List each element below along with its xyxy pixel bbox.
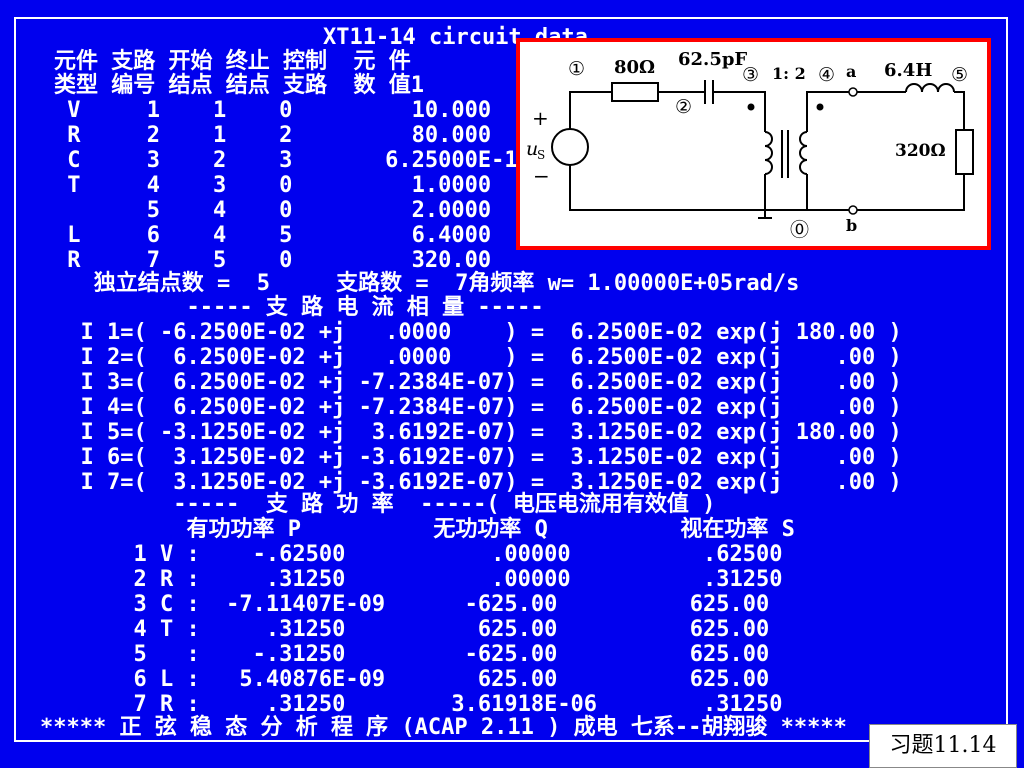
power-row: 5 : -.31250 -625.00 625.00 bbox=[54, 642, 770, 667]
node-0-label: ⓪ bbox=[790, 219, 809, 241]
capacitor-label: 62.5pF bbox=[678, 49, 747, 70]
current-row: I 2=( 6.2500E-02 +j .0000 ) = 6.2500E-02… bbox=[54, 345, 902, 370]
summary-line: 独立结点数 = 5 支路数 = 7角频率 w= 1.00000E+05rad/s bbox=[54, 271, 800, 296]
current-row: I 4=( 6.2500E-02 +j -7.2384E-07) = 6.250… bbox=[54, 395, 902, 420]
node-1-label: ① bbox=[568, 58, 585, 80]
power-row: 2 R : .31250 .00000 .31250 bbox=[54, 567, 783, 592]
source-subscript: S bbox=[537, 148, 545, 162]
element-row: 5 4 0 2.0000 bbox=[54, 198, 492, 223]
source-plus-label: + bbox=[532, 106, 549, 130]
terminal-b bbox=[848, 205, 858, 215]
table-header-row2: 类型 编号 结点 结点 支路 数 值1 bbox=[54, 73, 424, 98]
power-row: 1 V : -.62500 .00000 .62500 bbox=[54, 542, 783, 567]
element-row: V 1 1 0 10.000 bbox=[54, 98, 492, 123]
resistor-320-label: 320Ω bbox=[895, 141, 946, 161]
inductor-label: 6.4H bbox=[884, 60, 932, 81]
power-row: 7 R : .31250 3.61918E-06 .31250 bbox=[54, 692, 783, 717]
node-5-label: ⑤ bbox=[951, 64, 968, 86]
resistor-80-label: 80Ω bbox=[614, 57, 655, 78]
node-2-label: ② bbox=[675, 96, 692, 118]
current-row: I 3=( 6.2500E-02 +j -7.2384E-07) = 6.250… bbox=[54, 370, 902, 395]
resistor-80-symbol bbox=[611, 82, 659, 102]
current-row: I 6=( 3.1250E-02 +j -3.6192E-07) = 3.125… bbox=[54, 445, 902, 470]
power-row: 4 T : .31250 625.00 625.00 bbox=[54, 617, 770, 642]
footer-line: ***** 正 弦 稳 态 分 析 程 序 (ACAP 2.11 ) 成电 七系… bbox=[40, 715, 847, 740]
power-row: 6 L : 5.40876E-09 625.00 625.00 bbox=[54, 667, 770, 692]
current-section-header: ----- 支 路 电 流 相 量 ----- bbox=[54, 295, 544, 320]
power-row: 3 C : -7.11407E-09 -625.00 625.00 bbox=[54, 592, 770, 617]
table-header-row1: 元件 支路 开始 终止 控制 元 件 bbox=[54, 49, 411, 74]
power-column-header: 有功功率 P 无功功率 Q 视在功率 S bbox=[54, 517, 795, 542]
circuit-diagram: ① 80Ω 62.5pF ② ③ 1: 2 ④ a 6.4H ⑤ 320Ω b … bbox=[516, 38, 991, 250]
current-row: I 1=( -6.2500E-02 +j .0000 ) = 6.2500E-0… bbox=[54, 320, 902, 345]
terminal-a bbox=[848, 87, 858, 97]
turns-ratio-label: 1: 2 bbox=[772, 64, 806, 83]
resistor-320-symbol bbox=[955, 129, 974, 175]
source-minus-label: − bbox=[533, 164, 550, 188]
voltage-source-symbol bbox=[551, 128, 589, 166]
element-row: T 4 3 0 1.0000 bbox=[54, 173, 492, 198]
current-row: I 5=( -3.1250E-02 +j 3.6192E-07) = 3.125… bbox=[54, 420, 902, 445]
terminal-b-label: b bbox=[846, 216, 857, 235]
element-row: L 6 4 5 6.4000 bbox=[54, 223, 492, 248]
node-4-label: ④ bbox=[818, 64, 835, 86]
polarity-dot bbox=[747, 103, 755, 111]
node-3-label: ③ bbox=[742, 64, 759, 86]
polarity-dot bbox=[816, 103, 824, 111]
power-section-header: ----- 支 路 功 率 -----( 电压电流用有效值 ) bbox=[54, 492, 716, 517]
inductor-6-4h-symbol bbox=[905, 83, 955, 93]
element-row: R 2 1 2 80.000 bbox=[54, 123, 492, 148]
terminal-a-label: a bbox=[846, 62, 856, 81]
element-row: R 7 5 0 320.00 bbox=[54, 248, 492, 273]
exercise-tag: 习题11.14 bbox=[869, 724, 1017, 768]
primary-coil bbox=[764, 131, 773, 175]
secondary-coil bbox=[799, 131, 808, 175]
element-row: C 3 2 3 6.25000E-11 bbox=[54, 148, 531, 173]
